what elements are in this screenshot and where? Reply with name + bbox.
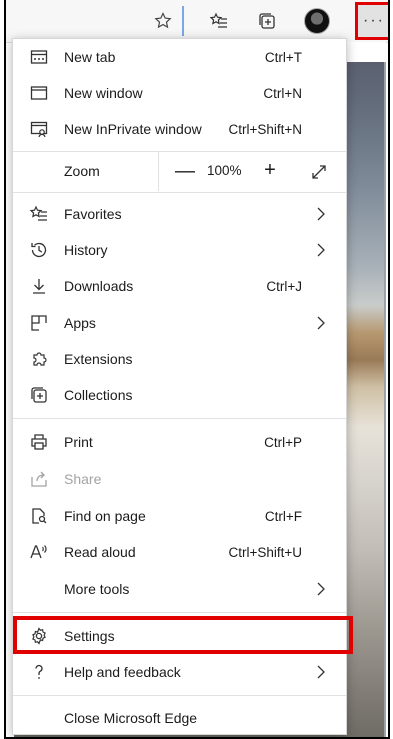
zoom-in-button[interactable]: +: [256, 155, 284, 185]
menu-item-label: Print: [64, 434, 93, 450]
find-icon: [29, 506, 49, 526]
settings-and-more-button[interactable]: ···: [355, 2, 388, 40]
chevron-right-icon: [317, 316, 325, 330]
menu-item-label: Downloads: [64, 278, 134, 294]
menu-item-shortcut: Ctrl+N: [263, 85, 302, 101]
menu-item-label: Read aloud: [64, 544, 136, 560]
menu-item-new-window[interactable]: New window Ctrl+N: [13, 75, 346, 111]
menu-item-apps[interactable]: Apps: [13, 305, 346, 341]
menu-separator: [13, 418, 346, 419]
menu-item-favorites[interactable]: Favorites: [13, 196, 346, 232]
favorites-icon: [29, 204, 49, 224]
menu-item-label: History: [64, 242, 108, 258]
menu-item-extensions[interactable]: Extensions: [13, 341, 346, 377]
menu-item-label: Apps: [64, 315, 96, 331]
menu-item-label: Help and feedback: [64, 664, 181, 680]
collections-icon: [29, 385, 49, 405]
address-bar-edge: [182, 6, 184, 36]
menu-item-read-aloud[interactable]: Read aloud Ctrl+Shift+U: [13, 534, 346, 570]
chevron-right-icon: [317, 243, 325, 257]
menu-item-shortcut: Ctrl+J: [266, 278, 302, 294]
menu-item-label: Favorites: [64, 206, 122, 222]
menu-item-more-tools[interactable]: More tools: [13, 571, 346, 607]
menu-item-close-edge[interactable]: Close Microsoft Edge: [13, 700, 346, 736]
menu-item-label: New tab: [64, 49, 116, 65]
chevron-right-icon: [317, 665, 325, 679]
fullscreen-icon[interactable]: [306, 159, 332, 185]
menu-item-shortcut: Ctrl+T: [264, 49, 302, 65]
history-icon: [29, 240, 49, 260]
chevron-right-icon: [317, 207, 325, 221]
menu-item-label: Settings: [64, 628, 115, 644]
favorite-star-icon[interactable]: [146, 4, 180, 38]
menu-item-downloads[interactable]: Downloads Ctrl+J: [13, 268, 346, 304]
menu-item-collections[interactable]: Collections: [13, 377, 346, 413]
zoom-level: 100%: [207, 163, 242, 178]
menu-item-find-on-page[interactable]: Find on page Ctrl+F: [13, 498, 346, 534]
menu-item-shortcut: Ctrl+P: [264, 434, 302, 450]
zoom-out-button[interactable]: —: [171, 156, 199, 186]
avatar: [304, 8, 330, 34]
menu-item-shortcut: Ctrl+Shift+N: [228, 121, 302, 137]
page-scrollbar[interactable]: [384, 62, 386, 737]
menu-item-label: More tools: [64, 581, 130, 597]
menu-separator: [13, 612, 346, 613]
menu-separator: [13, 192, 346, 193]
menu-item-label: New window: [64, 85, 143, 101]
download-icon: [29, 276, 49, 296]
menu-item-label: Extensions: [64, 351, 133, 367]
menu-item-help-and-feedback[interactable]: Help and feedback: [13, 654, 346, 690]
inprivate-icon: [29, 119, 49, 139]
zoom-row: Zoom — 100% +: [13, 152, 346, 191]
menu-item-settings[interactable]: Settings: [13, 618, 346, 654]
chevron-right-icon: [317, 582, 325, 596]
menu-item-history[interactable]: History: [13, 232, 346, 268]
menu-item-label: Find on page: [64, 508, 146, 524]
menu-item-new-tab[interactable]: New tab Ctrl+T: [13, 39, 346, 75]
menu-separator: [13, 695, 346, 696]
favorites-list-icon[interactable]: [202, 4, 236, 38]
extensions-icon: [29, 349, 49, 369]
share-icon: [29, 469, 49, 489]
menu-item-label: New InPrivate window: [64, 121, 202, 137]
gear-icon: [29, 626, 49, 646]
menu-item-label: Collections: [64, 387, 133, 403]
window-icon: [29, 83, 49, 103]
new-tab-icon: [29, 47, 49, 67]
menu-item-shortcut: Ctrl+Shift+U: [228, 544, 302, 560]
zoom-divider: [158, 152, 159, 191]
print-icon: [29, 432, 49, 452]
read-aloud-icon: [29, 542, 49, 562]
zoom-label: Zoom: [64, 163, 100, 179]
browser-toolbar: ···: [6, 0, 388, 43]
menu-item-print[interactable]: Print Ctrl+P: [13, 424, 346, 460]
apps-icon: [29, 313, 49, 333]
settings-and-more-menu: New tab Ctrl+T New window Ctrl+N New InP…: [12, 38, 347, 735]
collections-icon[interactable]: [250, 4, 284, 38]
menu-item-label: Share: [64, 471, 102, 487]
menu-item-label: Close Microsoft Edge: [64, 710, 198, 726]
menu-item-shortcut: Ctrl+F: [264, 508, 302, 524]
profile-avatar[interactable]: [300, 4, 334, 38]
menu-item-new-inprivate-window[interactable]: New InPrivate window Ctrl+Shift+N: [13, 111, 346, 147]
help-icon: [29, 662, 49, 682]
menu-item-share: Share: [13, 461, 346, 497]
browser-window: ··· New tab Ctrl+T New window Ctrl+N New…: [4, 0, 390, 739]
